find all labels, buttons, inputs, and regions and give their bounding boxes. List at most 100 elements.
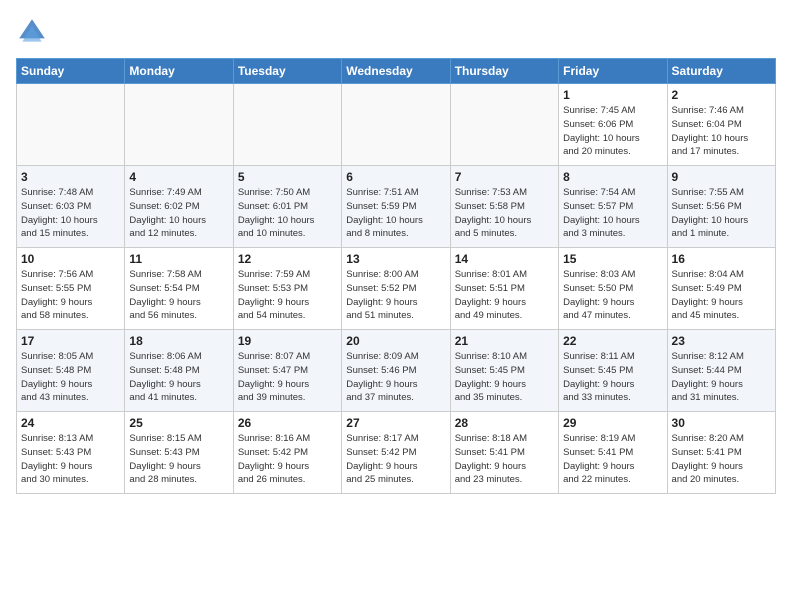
day-info: Sunrise: 7:48 AM Sunset: 6:03 PM Dayligh… [21,186,120,241]
day-number: 13 [346,252,445,266]
weekday-header: Friday [559,59,667,84]
day-info: Sunrise: 8:16 AM Sunset: 5:42 PM Dayligh… [238,432,337,487]
day-info: Sunrise: 8:04 AM Sunset: 5:49 PM Dayligh… [672,268,771,323]
day-info: Sunrise: 8:13 AM Sunset: 5:43 PM Dayligh… [21,432,120,487]
day-info: Sunrise: 8:09 AM Sunset: 5:46 PM Dayligh… [346,350,445,405]
calendar-cell: 19Sunrise: 8:07 AM Sunset: 5:47 PM Dayli… [233,330,341,412]
calendar-cell: 16 Sunrise: 8:04 AM Sunset: 5:49 PM Dayli… [667,248,775,330]
day-info: Sunrise: 8:20 AM Sunset: 5:41 PM Dayligh… [672,432,771,487]
day-number: 12 [238,252,337,266]
day-number: 27 [346,416,445,430]
day-info: Sunrise: 7:59 AM Sunset: 5:53 PM Dayligh… [238,268,337,323]
calendar-table: SundayMondayTuesdayWednesdayThursdayFrid… [16,58,776,494]
calendar-cell: 4 Sunrise: 7:49 AM Sunset: 6:02 PM Daylig… [125,166,233,248]
calendar-cell: 25 Sunrise: 8:15 AM Sunset: 5:43 PM Dayli… [125,412,233,494]
day-number: 7 [455,170,554,184]
calendar-cell: 18 Sunrise: 8:06 AM Sunset: 5:48 PM Dayli… [125,330,233,412]
day-number: 22 [563,334,662,348]
day-number: 9 [672,170,771,184]
day-number: 25 [129,416,228,430]
calendar-cell [125,84,233,166]
day-info: Sunrise: 8:03 AM Sunset: 5:50 PM Dayligh… [563,268,662,323]
day-number: 14 [455,252,554,266]
day-info: Sunrise: 7:49 AM Sunset: 6:02 PM Dayligh… [129,186,228,241]
calendar-cell: 1 Sunrise: 7:45 AM Sunset: 6:06 PM Daylig… [559,84,667,166]
calendar-cell: 14Sunrise: 8:01 AM Sunset: 5:51 PM Dayli… [450,248,558,330]
day-number: 4 [129,170,228,184]
calendar-cell: 8Sunrise: 7:54 AM Sunset: 5:57 PM Daylig… [559,166,667,248]
day-number: 5 [238,170,337,184]
day-info: Sunrise: 8:07 AM Sunset: 5:47 PM Dayligh… [238,350,337,405]
day-info: Sunrise: 7:54 AM Sunset: 5:57 PM Dayligh… [563,186,662,241]
calendar-cell [17,84,125,166]
day-info: Sunrise: 8:15 AM Sunset: 5:43 PM Dayligh… [129,432,228,487]
day-number: 20 [346,334,445,348]
day-info: Sunrise: 7:50 AM Sunset: 6:01 PM Dayligh… [238,186,337,241]
day-number: 2 [672,88,771,102]
day-info: Sunrise: 8:05 AM Sunset: 5:48 PM Dayligh… [21,350,120,405]
day-info: Sunrise: 8:11 AM Sunset: 5:45 PM Dayligh… [563,350,662,405]
weekday-row: SundayMondayTuesdayWednesdayThursdayFrid… [17,59,776,84]
day-number: 30 [672,416,771,430]
day-number: 29 [563,416,662,430]
weekday-header: Wednesday [342,59,450,84]
calendar-cell: 24 Sunrise: 8:13 AM Sunset: 5:43 PM Dayli… [17,412,125,494]
calendar-week-row: 1 Sunrise: 7:45 AM Sunset: 6:06 PM Daylig… [17,84,776,166]
weekday-header: Tuesday [233,59,341,84]
day-info: Sunrise: 7:55 AM Sunset: 5:56 PM Dayligh… [672,186,771,241]
day-number: 21 [455,334,554,348]
calendar-cell: 2Sunrise: 7:46 AM Sunset: 6:04 PM Daylig… [667,84,775,166]
calendar-cell: 15 Sunrise: 8:03 AM Sunset: 5:50 PM Dayli… [559,248,667,330]
day-info: Sunrise: 8:12 AM Sunset: 5:44 PM Dayligh… [672,350,771,405]
day-info: Sunrise: 8:00 AM Sunset: 5:52 PM Dayligh… [346,268,445,323]
day-info: Sunrise: 8:19 AM Sunset: 5:41 PM Dayligh… [563,432,662,487]
weekday-header: Thursday [450,59,558,84]
day-info: Sunrise: 8:18 AM Sunset: 5:41 PM Dayligh… [455,432,554,487]
weekday-header: Saturday [667,59,775,84]
day-number: 18 [129,334,228,348]
calendar-cell: 28 Sunrise: 8:18 AM Sunset: 5:41 PM Dayli… [450,412,558,494]
calendar-cell: 20 Sunrise: 8:09 AM Sunset: 5:46 PM Dayli… [342,330,450,412]
calendar-cell: 21 Sunrise: 8:10 AM Sunset: 5:45 PM Dayli… [450,330,558,412]
day-info: Sunrise: 8:10 AM Sunset: 5:45 PM Dayligh… [455,350,554,405]
calendar-cell: 10 Sunrise: 7:56 AM Sunset: 5:55 PM Dayli… [17,248,125,330]
day-number: 16 [672,252,771,266]
logo-icon [16,16,48,48]
day-number: 24 [21,416,120,430]
calendar-cell: 29 Sunrise: 8:19 AM Sunset: 5:41 PM Dayli… [559,412,667,494]
calendar-cell: 6Sunrise: 7:51 AM Sunset: 5:59 PM Daylig… [342,166,450,248]
day-number: 3 [21,170,120,184]
day-info: Sunrise: 7:45 AM Sunset: 6:06 PM Dayligh… [563,104,662,159]
weekday-header: Monday [125,59,233,84]
calendar-cell: 12 Sunrise: 7:59 AM Sunset: 5:53 PM Dayli… [233,248,341,330]
calendar-cell: 9 Sunrise: 7:55 AM Sunset: 5:56 PM Daylig… [667,166,775,248]
calendar-body: 1 Sunrise: 7:45 AM Sunset: 6:06 PM Daylig… [17,84,776,494]
calendar-cell: 17 Sunrise: 8:05 AM Sunset: 5:48 PM Dayli… [17,330,125,412]
calendar-cell [233,84,341,166]
day-number: 15 [563,252,662,266]
day-info: Sunrise: 7:58 AM Sunset: 5:54 PM Dayligh… [129,268,228,323]
calendar-cell: 30 Sunrise: 8:20 AM Sunset: 5:41 PM Dayli… [667,412,775,494]
day-number: 26 [238,416,337,430]
calendar-cell: 5 Sunrise: 7:50 AM Sunset: 6:01 PM Daylig… [233,166,341,248]
calendar-cell: 26 Sunrise: 8:16 AM Sunset: 5:42 PM Dayli… [233,412,341,494]
page-header [16,16,776,48]
calendar-cell: 22 Sunrise: 8:11 AM Sunset: 5:45 PM Dayli… [559,330,667,412]
logo [16,16,52,48]
calendar-cell: 3 Sunrise: 7:48 AM Sunset: 6:03 PM Daylig… [17,166,125,248]
day-info: Sunrise: 8:06 AM Sunset: 5:48 PM Dayligh… [129,350,228,405]
calendar-cell: 7Sunrise: 7:53 AM Sunset: 5:58 PM Daylig… [450,166,558,248]
day-number: 17 [21,334,120,348]
calendar-cell: 23Sunrise: 8:12 AM Sunset: 5:44 PM Dayli… [667,330,775,412]
calendar-week-row: 24 Sunrise: 8:13 AM Sunset: 5:43 PM Dayli… [17,412,776,494]
day-number: 10 [21,252,120,266]
weekday-header: Sunday [17,59,125,84]
calendar-week-row: 10 Sunrise: 7:56 AM Sunset: 5:55 PM Dayli… [17,248,776,330]
day-info: Sunrise: 7:56 AM Sunset: 5:55 PM Dayligh… [21,268,120,323]
day-number: 1 [563,88,662,102]
page-container: SundayMondayTuesdayWednesdayThursdayFrid… [0,0,792,506]
day-info: Sunrise: 8:17 AM Sunset: 5:42 PM Dayligh… [346,432,445,487]
day-number: 11 [129,252,228,266]
calendar-week-row: 17 Sunrise: 8:05 AM Sunset: 5:48 PM Dayli… [17,330,776,412]
day-number: 28 [455,416,554,430]
